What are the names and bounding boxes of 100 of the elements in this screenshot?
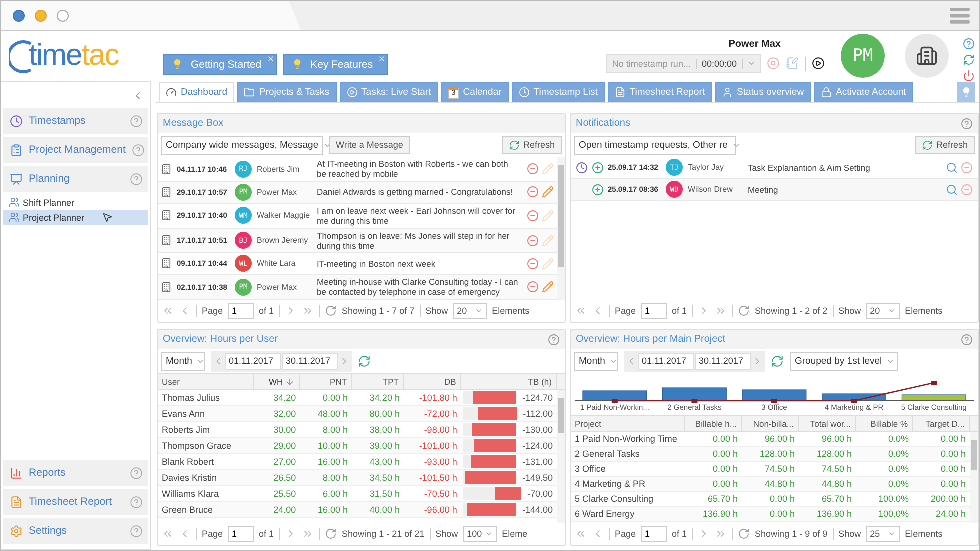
- page-size-select[interactable]: 20: [453, 303, 488, 320]
- page-size-select[interactable]: 100: [463, 526, 498, 542]
- help-icon[interactable]: [548, 334, 560, 346]
- reload-icon[interactable]: [325, 305, 338, 318]
- last-page-icon[interactable]: [302, 528, 314, 540]
- page-size-select[interactable]: 20: [866, 303, 900, 320]
- close-icon[interactable]: [378, 55, 386, 63]
- column-header[interactable]: PNT: [300, 374, 352, 390]
- end-date-field[interactable]: 30.11.2017: [695, 352, 751, 370]
- column-header[interactable]: Target D...: [926, 418, 965, 429]
- timestamp-select[interactable]: No timestamp run... 00:00:00: [606, 54, 761, 73]
- page-size-select[interactable]: 25: [866, 526, 900, 542]
- help-icon[interactable]: [130, 172, 143, 186]
- column-header[interactable]: User: [158, 374, 254, 390]
- refresh-icon[interactable]: [358, 354, 371, 368]
- power-icon[interactable]: [963, 70, 975, 82]
- sidebar-section[interactable]: Timestamps: [3, 108, 148, 134]
- first-page-icon[interactable]: [575, 528, 587, 540]
- add-icon[interactable]: [592, 184, 604, 196]
- search-icon[interactable]: [946, 184, 958, 196]
- delete-icon[interactable]: [527, 281, 539, 294]
- page-field[interactable]: 1: [228, 303, 254, 320]
- column-header[interactable]: Billable h...: [695, 418, 737, 429]
- window-minimize-button[interactable]: [35, 10, 47, 22]
- note-icon[interactable]: [786, 57, 799, 70]
- period-select[interactable]: Month: [574, 352, 618, 371]
- reload-icon[interactable]: [738, 305, 750, 318]
- reload-icon[interactable]: [738, 528, 750, 540]
- sidebar-item[interactable]: Shift Planner: [3, 195, 148, 210]
- help-icon[interactable]: [130, 496, 143, 508]
- sidebar-item[interactable]: Project Planner: [3, 210, 148, 225]
- help-icon[interactable]: [961, 334, 973, 346]
- sidebar-section-label[interactable]: Timestamps: [29, 115, 124, 127]
- column-header[interactable]: Billable %: [870, 418, 908, 429]
- sidebar-item-label[interactable]: Shift Planner: [23, 198, 75, 208]
- help-icon[interactable]: [132, 144, 145, 156]
- search-icon[interactable]: [946, 162, 958, 174]
- grouping-select[interactable]: Grouped by 1st level: [790, 352, 898, 371]
- play-icon[interactable]: [812, 57, 825, 70]
- column-header[interactable]: WH: [254, 374, 300, 390]
- delete-icon[interactable]: [527, 210, 539, 222]
- window-close-button[interactable]: [13, 10, 25, 22]
- company-button[interactable]: [905, 34, 949, 78]
- sidebar-section[interactable]: Timesheet Report: [3, 489, 148, 515]
- delete-icon[interactable]: [527, 186, 539, 198]
- refresh-icon[interactable]: [771, 354, 784, 368]
- help-icon[interactable]: [130, 466, 143, 480]
- sidebar-section-label[interactable]: Planning: [29, 173, 124, 185]
- tab[interactable]: Dashboard: [159, 82, 234, 102]
- sidebar-item-label[interactable]: Project Planner: [23, 212, 85, 222]
- tab-label[interactable]: Dashboard: [181, 87, 228, 98]
- page-field[interactable]: 1: [228, 526, 254, 542]
- column-header[interactable]: TPT: [352, 374, 404, 390]
- help-icon[interactable]: [963, 38, 975, 50]
- scrollbar[interactable]: [970, 432, 978, 523]
- scrollbar[interactable]: [557, 157, 565, 300]
- refresh-icon[interactable]: [963, 54, 975, 66]
- table-cell-text: -131.00: [521, 456, 554, 467]
- column-header[interactable]: DB: [404, 374, 462, 390]
- help-icon[interactable]: [961, 118, 973, 130]
- lightbulb-button[interactable]: [957, 82, 975, 102]
- start-date-field[interactable]: 01.11.2017: [638, 352, 694, 370]
- delete-icon[interactable]: [961, 184, 973, 196]
- sidebar-section[interactable]: Settings: [3, 518, 148, 544]
- column-header[interactable]: Non-billa...: [753, 418, 794, 429]
- page-field[interactable]: 1: [641, 526, 668, 542]
- sidebar-section-label[interactable]: Project Management: [29, 144, 126, 156]
- delete-icon[interactable]: [527, 234, 539, 247]
- refresh-button[interactable]: Refresh: [502, 136, 562, 154]
- sidebar-section-label[interactable]: Timesheet Report: [29, 496, 124, 508]
- end-date-field[interactable]: 30.11.2017: [282, 352, 338, 370]
- edit-icon[interactable]: [542, 186, 554, 198]
- close-icon[interactable]: [266, 55, 275, 63]
- edit-icon[interactable]: [542, 281, 554, 294]
- stop-icon[interactable]: [767, 57, 780, 70]
- period-select[interactable]: Month: [161, 352, 205, 371]
- sidebar-section[interactable]: Planning: [3, 166, 148, 192]
- write-message-button[interactable]: Write a Message: [329, 136, 410, 154]
- sidebar-section-label[interactable]: Reports: [29, 467, 124, 479]
- start-date-field[interactable]: 01.11.2017: [225, 352, 281, 370]
- refresh-button[interactable]: Refresh: [915, 136, 975, 154]
- window-maximize-button[interactable]: [57, 10, 69, 22]
- delete-icon[interactable]: [527, 163, 539, 175]
- menu-icon[interactable]: [949, 6, 971, 26]
- help-icon[interactable]: [130, 524, 143, 538]
- help-icon[interactable]: [130, 114, 143, 128]
- first-page-icon[interactable]: [162, 528, 174, 540]
- reload-icon[interactable]: [325, 528, 338, 540]
- last-page-icon[interactable]: [715, 528, 728, 540]
- scrollbar[interactable]: [557, 390, 565, 523]
- sidebar-section[interactable]: Project Management: [3, 137, 148, 163]
- add-icon[interactable]: [592, 162, 604, 174]
- page-field[interactable]: 1: [641, 303, 668, 320]
- column-header[interactable]: Project: [575, 418, 602, 429]
- delete-icon[interactable]: [527, 258, 539, 270]
- delete-icon[interactable]: [961, 162, 973, 174]
- column-header[interactable]: Total wor...: [810, 418, 851, 429]
- sidebar-section-label[interactable]: Settings: [29, 525, 124, 537]
- sidebar-section[interactable]: Reports: [3, 460, 148, 486]
- column-header[interactable]: TB (h): [461, 374, 557, 390]
